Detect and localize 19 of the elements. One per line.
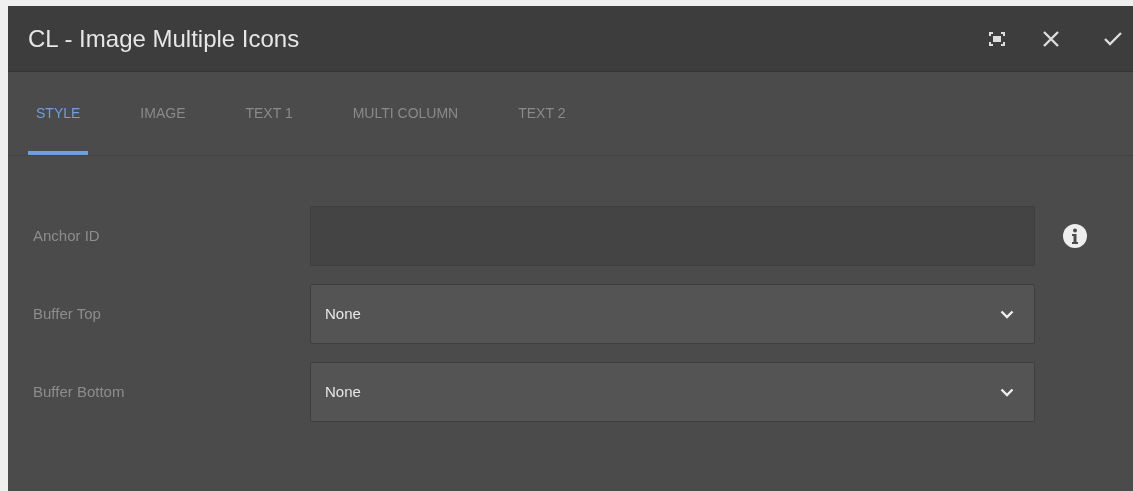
dropdown-value: None [325,303,361,324]
info-icon[interactable] [1063,224,1087,248]
checkmark-icon [1103,30,1123,47]
tab[interactable]: IMAGE [132,75,194,155]
dropdown[interactable]: None [310,362,1035,422]
tab[interactable]: MULTI COLUMN [344,75,467,155]
fullscreen-icon [989,31,1005,46]
window-title: CL - Image Multiple Icons [28,23,301,54]
close-icon [1042,29,1060,48]
chevron-down-icon [1000,309,1014,319]
tab[interactable]: TEXT 1 [237,75,301,155]
dropdown-value: None [325,381,361,402]
chevron-down-icon [1000,387,1014,397]
tab[interactable]: TEXT 2 [510,75,574,155]
field-label: Buffer Bottom [32,381,126,402]
dropdown[interactable]: None [310,284,1035,344]
tab[interactable]: STYLE [28,75,89,155]
field-label: Buffer Top [32,303,102,324]
field-label: Anchor ID [32,225,101,246]
